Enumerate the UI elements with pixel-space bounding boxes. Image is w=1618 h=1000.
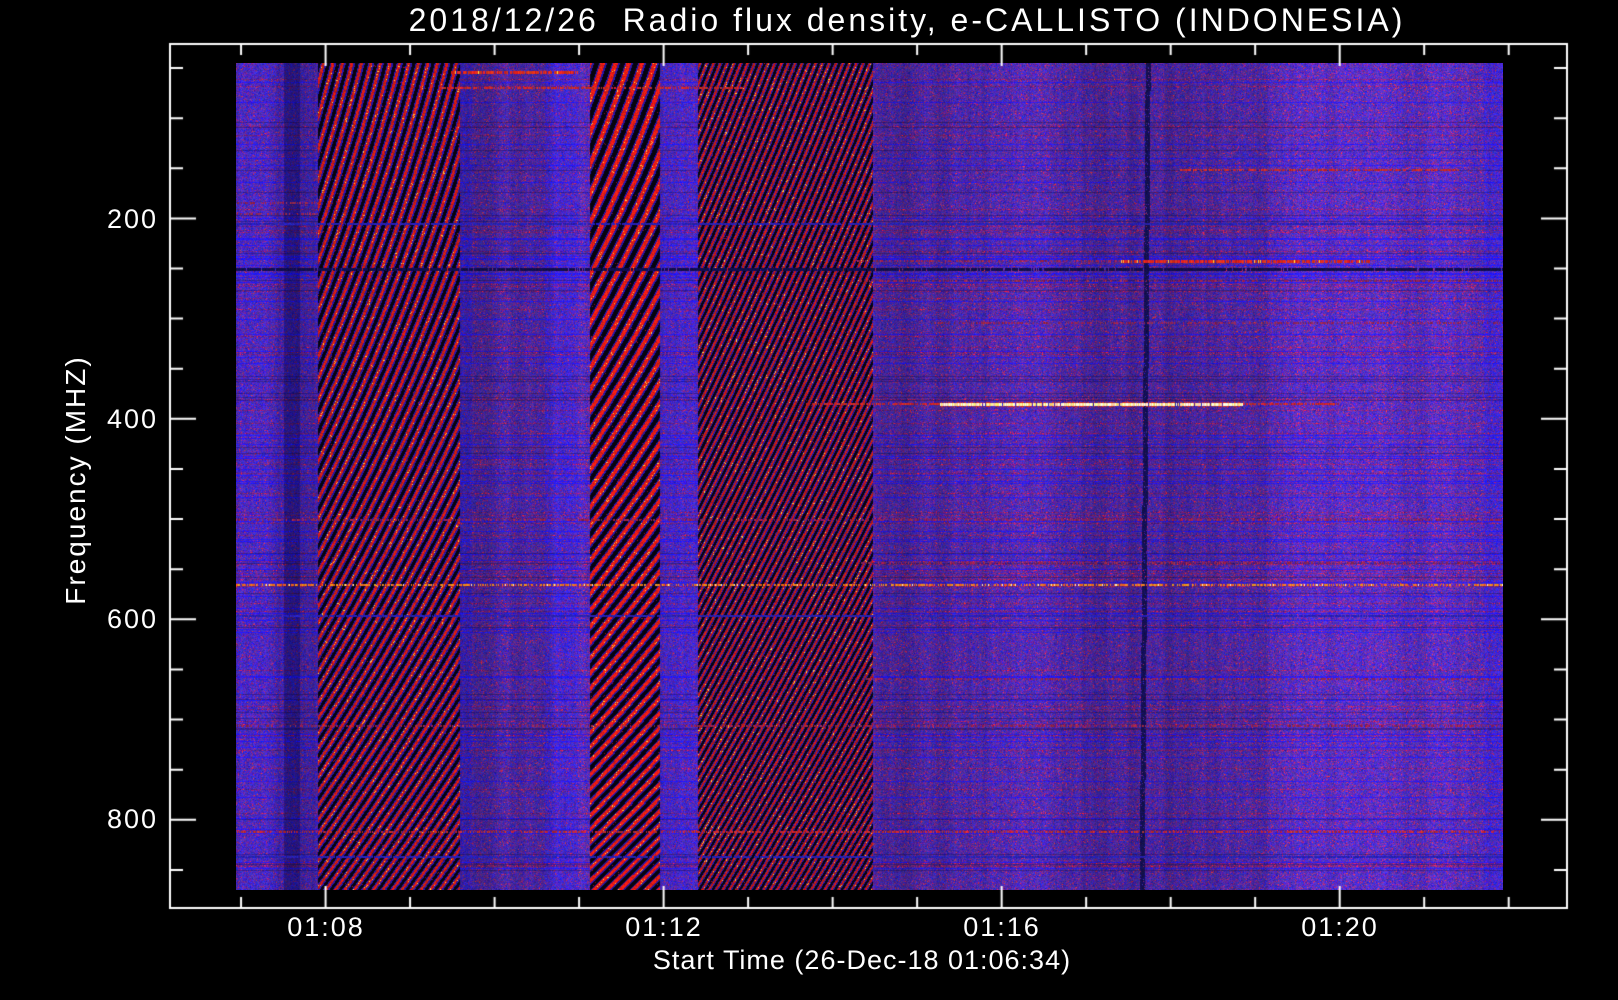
x-tick-label-0108: 01:08: [287, 912, 365, 942]
y-tick-label-200: 200: [106, 204, 158, 234]
x-tick-label-0120: 01:20: [1301, 912, 1379, 942]
y-axis-label: Frequency (MHZ): [60, 355, 91, 605]
x-tick-label-0116: 01:16: [963, 912, 1041, 942]
chart-title: 2018/12/26 Radio flux density, e-CALLIST…: [408, 2, 1406, 38]
axes-frame-canvas: [0, 0, 1618, 1000]
y-tick-label-600: 600: [106, 604, 158, 634]
y-tick-label-400: 400: [106, 404, 158, 434]
spectrogram-figure: 2018/12/26 Radio flux density, e-CALLIST…: [0, 0, 1618, 1000]
y-tick-label-800: 800: [106, 804, 158, 834]
x-axis-label: Start Time (26-Dec-18 01:06:34): [652, 945, 1072, 975]
x-tick-label-0112: 01:12: [625, 912, 703, 942]
